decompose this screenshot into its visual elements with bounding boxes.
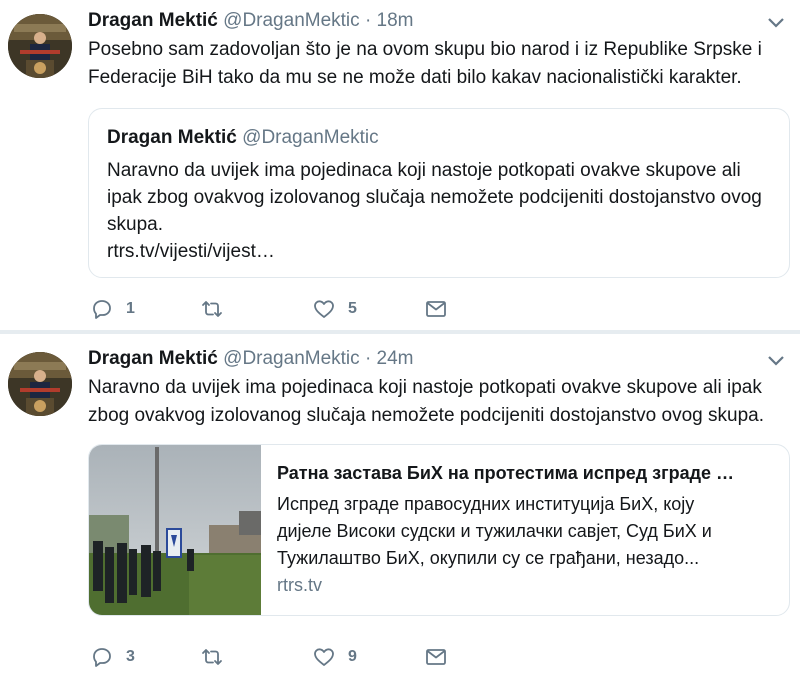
quoted-link[interactable]: rtrs.tv/vijesti/vijest… bbox=[107, 238, 767, 265]
retweet-button[interactable] bbox=[200, 294, 236, 324]
tweet-text: Naravno da uvijek ima pojedinaca koji na… bbox=[88, 374, 788, 430]
retweet-icon bbox=[202, 301, 222, 317]
like-button[interactable]: 9 bbox=[312, 642, 357, 672]
card-domain: rtrs.tv bbox=[277, 575, 322, 595]
tweet[interactable]: Dragan Mektić @DraganMektic · 18m Posebn… bbox=[0, 0, 800, 330]
reply-button[interactable]: 3 bbox=[90, 642, 135, 672]
card-description: Испред зграде правосудних институција Би… bbox=[277, 491, 777, 572]
tweet-actions: 3 9 bbox=[88, 642, 488, 672]
author-name[interactable]: Dragan Mektić bbox=[88, 348, 218, 369]
timestamp[interactable]: 18m bbox=[377, 10, 414, 31]
card-description-line: дијеле Високи судски и тужилачки савјет,… bbox=[277, 521, 712, 541]
tweet-text-line: Federacije BiH tako da mu se ne može dat… bbox=[88, 67, 742, 88]
author-name[interactable]: Dragan Mektić bbox=[88, 10, 218, 31]
quoted-tweet-text: Naravno da uvijek ima pojedinaca koji na… bbox=[107, 157, 767, 265]
like-count: 9 bbox=[348, 648, 357, 665]
like-icon bbox=[314, 648, 334, 666]
tweet[interactable]: Dragan Mektić @DraganMektic · 24m Naravn… bbox=[0, 334, 800, 676]
retweet-icon bbox=[202, 649, 222, 665]
reply-button[interactable]: 1 bbox=[90, 294, 135, 324]
message-icon bbox=[426, 301, 446, 317]
quoted-text-line: ipak zbog ovakvog izolovanog slučaja nem… bbox=[107, 187, 762, 208]
reply-icon bbox=[93, 648, 111, 667]
card-title: Ратна застава БиХ на протестима испред з… bbox=[277, 463, 735, 483]
reply-count: 1 bbox=[126, 300, 135, 317]
like-count: 5 bbox=[348, 300, 357, 317]
avatar[interactable] bbox=[8, 14, 72, 78]
quoted-author-handle: @DraganMektic bbox=[242, 127, 379, 148]
quoted-text-line: Naravno da uvijek ima pojedinaca koji na… bbox=[107, 160, 741, 181]
reply-icon bbox=[93, 300, 111, 319]
tweet-text-line: Naravno da uvijek ima pojedinaca koji na… bbox=[88, 377, 762, 398]
like-icon bbox=[314, 300, 334, 318]
quoted-tweet[interactable]: Dragan Mektić @DraganMektic Naravno da u… bbox=[88, 108, 790, 278]
chevron-down-icon[interactable] bbox=[766, 354, 786, 368]
link-card[interactable]: Ратна застава БиХ на протестима испред з… bbox=[88, 444, 790, 616]
timestamp[interactable]: 24m bbox=[377, 348, 414, 369]
quoted-author-name: Dragan Mektić bbox=[107, 127, 237, 148]
message-button[interactable] bbox=[424, 294, 448, 324]
message-button[interactable] bbox=[424, 642, 448, 672]
quoted-tweet-header: Dragan Mektić @DraganMektic bbox=[107, 127, 379, 149]
card-image bbox=[89, 445, 261, 615]
tweet-actions: 1 5 bbox=[88, 294, 488, 324]
message-icon bbox=[426, 649, 446, 665]
reply-count: 3 bbox=[126, 648, 135, 665]
quoted-text-line: skupa. bbox=[107, 214, 163, 235]
tweet-header: Dragan Mektić @DraganMektic · 24m bbox=[88, 348, 414, 370]
chevron-down-icon[interactable] bbox=[766, 16, 786, 30]
tweet-text: Posebno sam zadovoljan što je na ovom sk… bbox=[88, 36, 788, 92]
avatar[interactable] bbox=[8, 352, 72, 416]
card-description-line: Тужилаштво БиХ, окупили су се грађани, н… bbox=[277, 548, 700, 568]
tweet-text-line: zbog ovakvog izolovanog slučaja nemožete… bbox=[88, 405, 764, 426]
separator: · bbox=[364, 348, 372, 369]
tweet-text-line: Posebno sam zadovoljan što je na ovom sk… bbox=[88, 39, 762, 60]
separator: · bbox=[364, 10, 372, 31]
retweet-button[interactable] bbox=[200, 642, 236, 672]
author-handle[interactable]: @DraganMektic bbox=[223, 10, 360, 31]
author-handle[interactable]: @DraganMektic bbox=[223, 348, 360, 369]
like-button[interactable]: 5 bbox=[312, 294, 357, 324]
tweet-header: Dragan Mektić @DraganMektic · 18m bbox=[88, 10, 414, 32]
card-description-line: Испред зграде правосудних институција Би… bbox=[277, 494, 695, 514]
